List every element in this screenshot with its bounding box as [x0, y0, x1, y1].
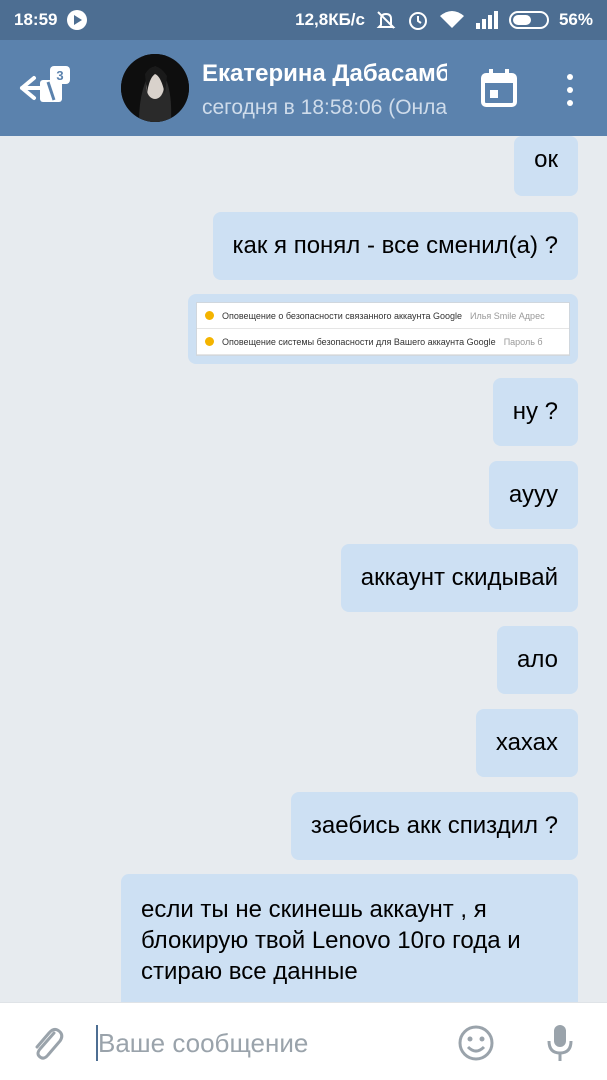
message-bubble[interactable]: ок — [514, 136, 578, 196]
chat-header: 3 Екатерина Дабасамбуева сегодня в 18:58… — [0, 40, 607, 136]
battery-percent: 56% — [558, 10, 593, 29]
calendar-icon — [481, 69, 517, 107]
message-bubble[interactable]: ну ? — [492, 378, 578, 446]
more-icon — [567, 74, 573, 80]
message-image[interactable]: Оповещение о безопасности связанного акк… — [188, 294, 578, 364]
message-bubble[interactable]: заебись акк спиздил ? — [290, 792, 578, 860]
message-input[interactable] — [98, 1025, 428, 1061]
clock: 18:59 — [14, 10, 58, 29]
key-icon — [205, 337, 214, 346]
attach-icon — [35, 1027, 64, 1060]
battery-icon — [508, 11, 549, 29]
status-bar: 18:59 12,8КБ/с 56% — [0, 0, 607, 40]
screenshot-image: Оповещение о безопасности связанного акк… — [196, 302, 570, 356]
message-bubble[interactable]: если ты не скинешь аккаунт , я блокирую … — [121, 874, 578, 1002]
email-row: Оповещение о безопасности связанного акк… — [197, 303, 569, 329]
network-speed: 12,8КБ/с — [295, 10, 365, 29]
emoji-icon — [458, 1025, 494, 1061]
unread-badge: 3 — [50, 66, 70, 84]
last-seen-status: сегодня в 18:58:06 (Онлайн) — [202, 96, 447, 119]
compose-bar — [0, 1002, 607, 1080]
mute-icon — [375, 10, 397, 30]
calendar-button[interactable] — [480, 68, 518, 108]
message-list[interactable]: ок как я понял - все сменил(а) ? Оповеще… — [0, 136, 607, 1002]
message-bubble[interactable]: как я понял - все сменил(а) ? — [212, 212, 578, 280]
emoji-button[interactable] — [456, 1023, 496, 1063]
media-play-icon — [67, 10, 88, 30]
wifi-icon — [439, 10, 465, 30]
message-bubble[interactable]: аккаунт скидывай — [340, 544, 578, 612]
message-bubble[interactable]: аууу — [488, 461, 578, 529]
message-bubble[interactable]: хахах — [475, 709, 578, 777]
signal-icon — [475, 11, 499, 29]
message-bubble[interactable]: ало — [497, 626, 578, 694]
back-button[interactable]: 3 — [18, 62, 78, 118]
email-row: Оповещение системы безопасности для Ваше… — [197, 329, 569, 355]
avatar[interactable] — [121, 54, 189, 122]
key-icon — [205, 311, 214, 320]
attach-button[interactable] — [28, 1023, 66, 1063]
mic-icon — [547, 1025, 573, 1061]
mic-button[interactable] — [545, 1021, 575, 1065]
more-button[interactable] — [556, 70, 584, 110]
alarm-icon — [407, 9, 429, 31]
chat-title[interactable]: Екатерина Дабасамбуева — [202, 60, 447, 88]
